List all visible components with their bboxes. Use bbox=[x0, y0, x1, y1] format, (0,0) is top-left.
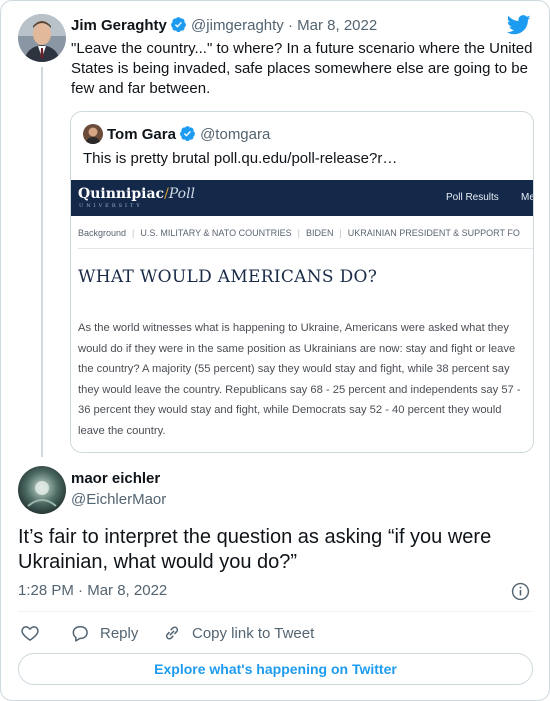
reply-avatar[interactable] bbox=[18, 466, 66, 514]
tweet-embed-card: Jim Geraghty @jimgeraghty · Mar 8, 2022 … bbox=[0, 0, 550, 701]
author-name[interactable]: Jim Geraghty bbox=[71, 17, 167, 34]
tweet-actions: Reply Copy link to Tweet bbox=[18, 621, 538, 645]
author-handle[interactable]: @jimgeraghty bbox=[191, 17, 284, 34]
separator-dot: · bbox=[287, 17, 293, 34]
parent-tweet-text: "Leave the country..." to where? In a fu… bbox=[71, 40, 533, 97]
quinnipiac-logo-subtitle: UNIVERSITY bbox=[79, 203, 143, 209]
quinnipiac-nav-bar: Quinnipiac/Poll UNIVERSITY Poll Results … bbox=[71, 180, 534, 216]
like-button[interactable] bbox=[20, 621, 50, 645]
verified-badge-icon bbox=[179, 126, 195, 142]
reply-button[interactable]: Reply bbox=[70, 621, 138, 645]
tweet-date[interactable]: Mar 8, 2022 bbox=[297, 17, 377, 34]
poll-headline: WHAT WOULD AMERICANS DO? bbox=[78, 267, 378, 287]
explore-twitter-button[interactable]: Explore what's happening on Twitter bbox=[18, 653, 533, 685]
reply-icon bbox=[72, 626, 88, 642]
quoted-avatar bbox=[83, 124, 103, 144]
quoted-screenshot-image: Quinnipiac/Poll UNIVERSITY Poll Results … bbox=[71, 180, 534, 452]
quoted-tweet-text: This is pretty brutal poll.qu.edu/poll-r… bbox=[83, 150, 398, 167]
tweet-timestamp[interactable]: 1:28 PM · Mar 8, 2022 bbox=[18, 581, 167, 601]
quoted-author-name: Tom Gara bbox=[107, 126, 176, 143]
heart-icon bbox=[21, 626, 39, 641]
info-icon[interactable] bbox=[511, 582, 530, 601]
copy-link-label: Copy link to Tweet bbox=[192, 624, 315, 642]
breadcrumb: Background | U.S. MILITARY & NATO COUNTRIE… bbox=[78, 228, 520, 238]
twitter-bird-icon[interactable] bbox=[507, 15, 531, 35]
quoted-tweet-header: Tom Gara @tomgara bbox=[83, 124, 270, 145]
divider bbox=[78, 248, 533, 249]
copy-link-button[interactable]: Copy link to Tweet bbox=[162, 621, 314, 645]
thread-line bbox=[41, 67, 43, 457]
divider bbox=[18, 611, 533, 612]
nav-link-truncated: Me bbox=[521, 192, 534, 203]
reply-tweet-text: It’s fair to interpret the question as a… bbox=[18, 526, 492, 573]
poll-body-text: As the world witnesses what is happening… bbox=[78, 322, 521, 437]
reply-author-name[interactable]: maor eichler bbox=[71, 469, 160, 489]
quoted-tweet[interactable]: Tom Gara @tomgara This is pretty brutal … bbox=[70, 111, 534, 453]
reply-label: Reply bbox=[100, 624, 139, 642]
parent-tweet-header: Jim Geraghty @jimgeraghty · Mar 8, 2022 bbox=[71, 16, 377, 36]
link-icon bbox=[165, 626, 179, 640]
quinnipiac-logo: Quinnipiac/Poll bbox=[78, 186, 196, 202]
quoted-author-handle: @tomgara bbox=[200, 126, 271, 143]
avatar[interactable] bbox=[18, 14, 66, 62]
nav-link-poll-results: Poll Results bbox=[446, 192, 499, 203]
verified-badge-icon bbox=[170, 17, 186, 33]
reply-author-handle[interactable]: @EichlerMaor bbox=[71, 490, 166, 510]
